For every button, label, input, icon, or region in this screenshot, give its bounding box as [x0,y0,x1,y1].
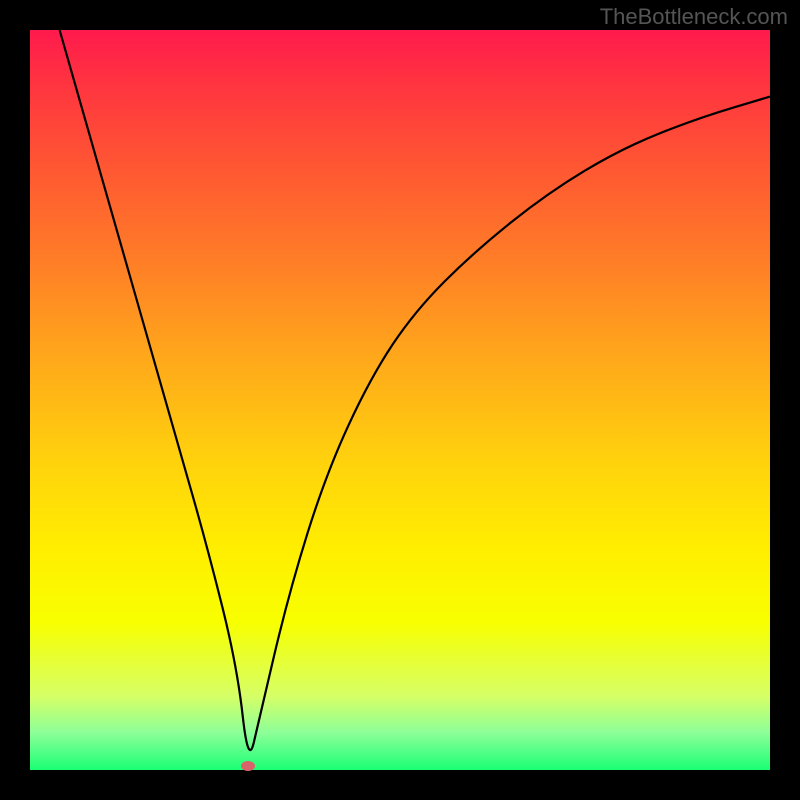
watermark-text: TheBottleneck.com [600,4,788,30]
plot-area [30,30,770,770]
minimum-marker [241,761,255,771]
chart-frame: TheBottleneck.com [0,0,800,800]
bottleneck-curve [30,30,770,770]
